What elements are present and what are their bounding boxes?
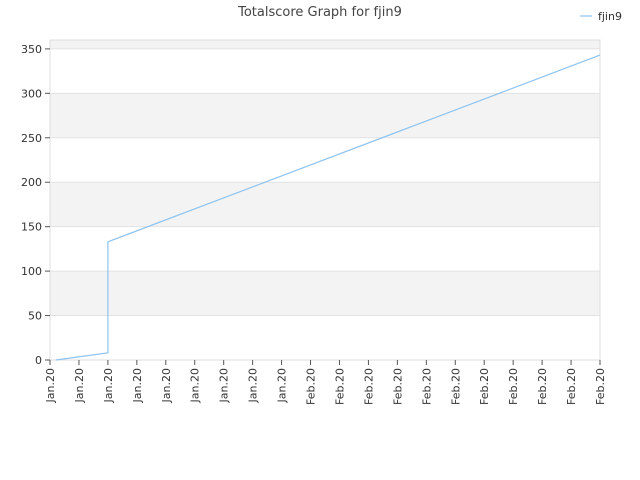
grid-band	[50, 182, 600, 227]
x-tick-label: Feb.20	[565, 368, 578, 405]
x-tick-label: Feb.20	[333, 368, 346, 405]
chart-title: Totalscore Graph for fjin9	[237, 5, 402, 20]
x-axis: Jan.20 Jan.20 Jan.20 Jan.20 Jan.20 Jan.20 Jan.…	[44, 360, 607, 405]
y-tick-label: 0	[35, 354, 42, 367]
y-tick-label: 150	[21, 221, 42, 234]
x-tick-label: Feb.20	[507, 368, 520, 405]
x-tick-label: Jan.20	[247, 368, 260, 403]
grid-band	[50, 93, 600, 138]
x-tick-label: Jan.20	[73, 368, 86, 403]
y-tick-label: 50	[28, 310, 42, 323]
x-tick-label: Feb.20	[420, 368, 433, 405]
x-tick-label: Feb.20	[449, 368, 462, 405]
x-tick-label: Feb.20	[362, 368, 375, 405]
legend-label-fjin9: fjin9	[598, 10, 622, 23]
x-tick-label: Jan.20	[44, 368, 57, 403]
y-tick-label: 350	[21, 43, 42, 56]
x-tick-label: Jan.20	[131, 368, 144, 403]
totalscore-chart: 050100150200250300350 Jan.20 Jan.20 Jan.20…	[21, 5, 622, 405]
grid-band	[50, 40, 600, 49]
x-tick-label: Jan.20	[102, 368, 115, 403]
y-tick-label: 200	[21, 176, 42, 189]
y-axis: 0 50 100 150 200 250 300 350	[21, 43, 50, 367]
x-tick-label: Jan.20	[160, 368, 173, 403]
grid-band	[50, 226, 600, 272]
x-tick-label: Jan.20	[276, 368, 289, 403]
grid-band	[50, 271, 600, 316]
x-tick-label: Feb.20	[478, 368, 491, 405]
x-tick-label: Jan.20	[218, 368, 231, 403]
x-tick-label: Jan.20	[189, 368, 202, 403]
x-tick-label: Feb.20	[536, 368, 549, 405]
x-tick-label: Feb.20	[391, 368, 404, 405]
y-tick-label: 100	[21, 265, 42, 278]
legend[interactable]: fjin9	[580, 10, 622, 23]
x-tick-label: Feb.20	[305, 368, 318, 405]
x-tick-label: Feb.20	[594, 368, 607, 405]
y-tick-label: 250	[21, 132, 42, 145]
y-tick-label: 300	[21, 87, 42, 100]
grid-bands	[50, 40, 600, 360]
grid-band	[50, 315, 600, 360]
